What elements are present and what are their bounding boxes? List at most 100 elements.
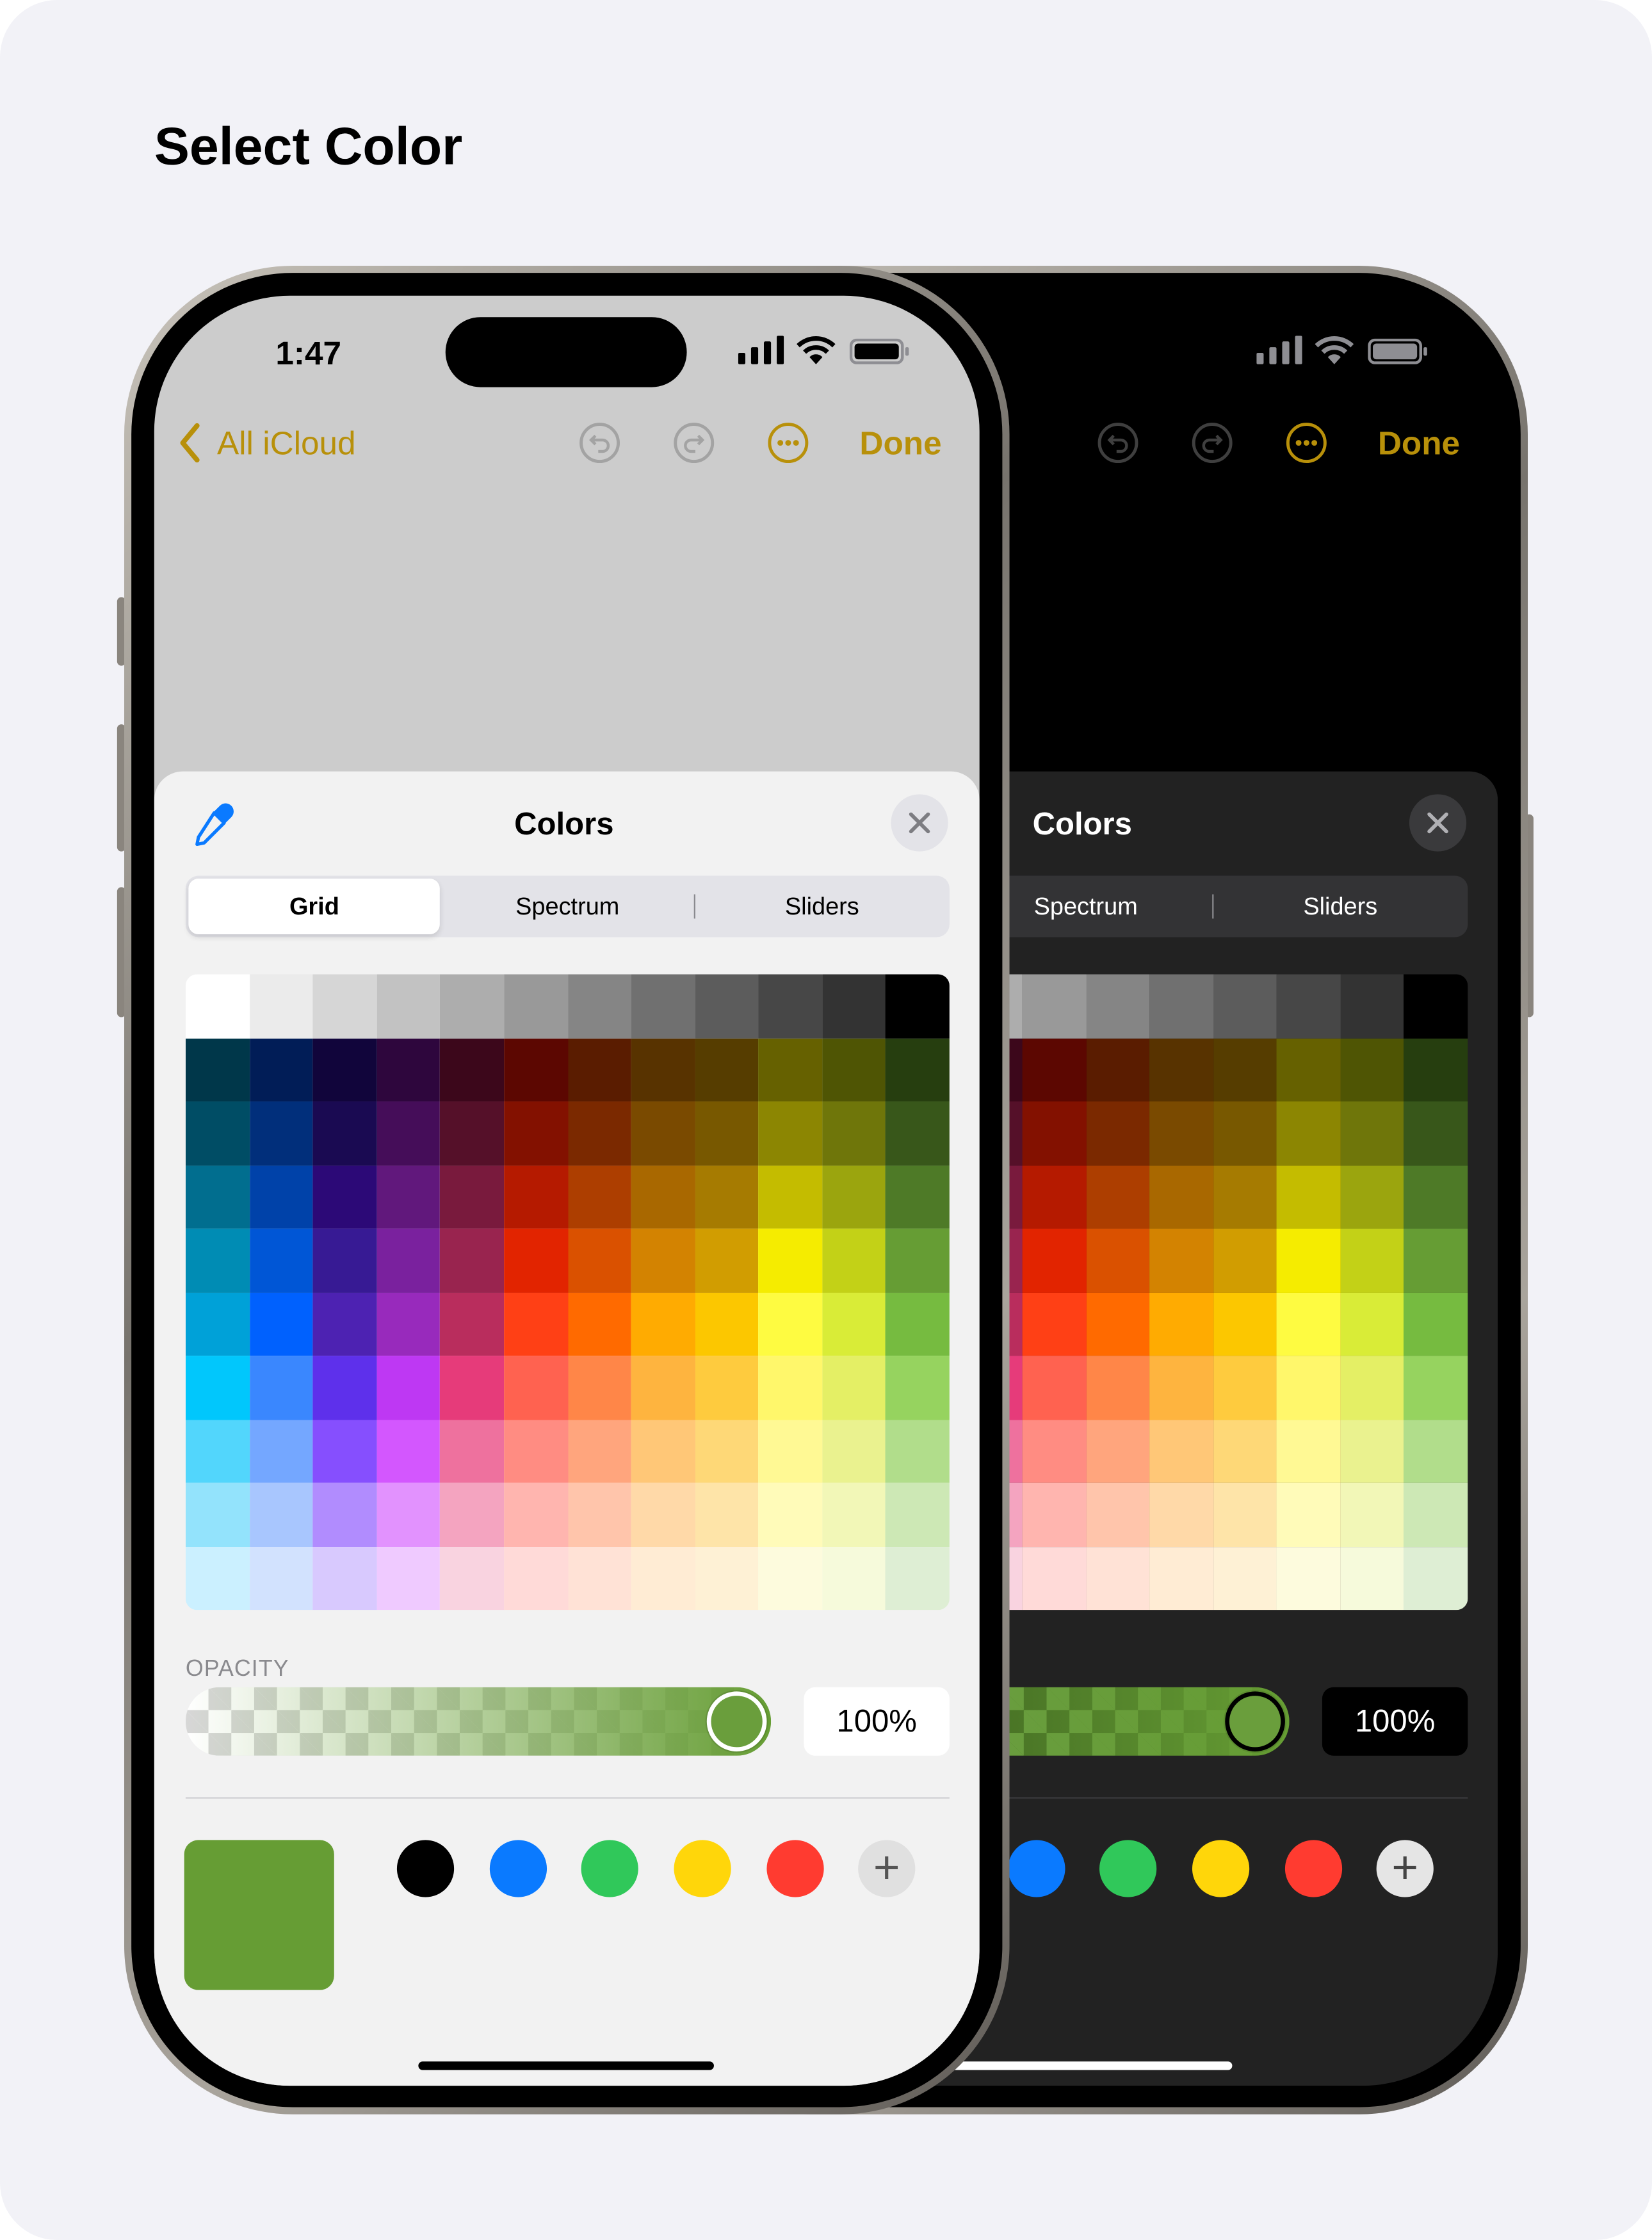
color-cell[interactable]	[758, 1547, 823, 1611]
color-cell[interactable]	[1086, 1165, 1150, 1229]
color-cell[interactable]	[758, 1292, 823, 1356]
preset-color[interactable]	[1008, 1840, 1065, 1897]
preset-color[interactable]	[581, 1840, 638, 1897]
color-cell[interactable]	[312, 1228, 377, 1293]
color-cell[interactable]	[250, 1292, 313, 1356]
color-cell[interactable]	[250, 1420, 313, 1483]
color-cell[interactable]	[504, 1547, 569, 1611]
color-cell[interactable]	[250, 1482, 313, 1548]
color-cell[interactable]	[439, 1101, 505, 1166]
color-cell[interactable]	[758, 1228, 823, 1293]
color-cell[interactable]	[568, 1420, 631, 1483]
color-cell[interactable]	[568, 1228, 631, 1293]
color-cell[interactable]	[1086, 1101, 1150, 1166]
color-cell[interactable]	[1340, 1420, 1404, 1483]
color-cell[interactable]	[1213, 1165, 1277, 1229]
color-cell[interactable]	[1022, 974, 1087, 1039]
back-chevron-icon[interactable]	[177, 423, 203, 463]
color-cell[interactable]	[758, 1356, 823, 1420]
color-cell[interactable]	[568, 1482, 631, 1548]
preset-color[interactable]	[1192, 1840, 1250, 1897]
tab-grid[interactable]: Grid	[188, 879, 441, 935]
color-cell[interactable]	[1213, 1482, 1277, 1548]
color-cell[interactable]	[185, 1292, 250, 1356]
color-cell[interactable]	[250, 1101, 313, 1166]
eyedropper-icon[interactable]	[188, 800, 237, 848]
color-cell[interactable]	[822, 1038, 886, 1102]
color-cell[interactable]	[312, 1165, 377, 1229]
color-cell[interactable]	[504, 1292, 569, 1356]
color-cell[interactable]	[1340, 1356, 1404, 1420]
color-cell[interactable]	[504, 974, 569, 1039]
color-cell[interactable]	[185, 974, 250, 1039]
color-cell[interactable]	[1403, 1165, 1468, 1229]
color-cell[interactable]	[822, 1420, 886, 1483]
color-cell[interactable]	[695, 1038, 759, 1102]
color-cell[interactable]	[312, 1482, 377, 1548]
color-cell[interactable]	[1022, 1228, 1087, 1293]
redo-icon[interactable]	[1191, 421, 1234, 464]
color-cell[interactable]	[631, 1482, 695, 1548]
color-cell[interactable]	[1276, 1482, 1341, 1548]
color-cell[interactable]	[1149, 1228, 1214, 1293]
color-cell[interactable]	[185, 1420, 250, 1483]
color-cell[interactable]	[568, 974, 631, 1039]
color-cell[interactable]	[1403, 1101, 1468, 1166]
color-cell[interactable]	[568, 1101, 631, 1166]
color-cell[interactable]	[1086, 1228, 1150, 1293]
color-cell[interactable]	[312, 1356, 377, 1420]
opacity-slider[interactable]	[185, 1687, 772, 1756]
color-cell[interactable]	[250, 974, 313, 1039]
color-cell[interactable]	[1213, 974, 1277, 1039]
color-cell[interactable]	[312, 1420, 377, 1483]
color-cell[interactable]	[1022, 1420, 1087, 1483]
color-cell[interactable]	[1213, 1547, 1277, 1611]
color-cell[interactable]	[1086, 974, 1150, 1039]
color-cell[interactable]	[312, 974, 377, 1039]
color-cell[interactable]	[185, 1165, 250, 1229]
color-cell[interactable]	[1276, 1292, 1341, 1356]
color-cell[interactable]	[758, 1420, 823, 1483]
color-cell[interactable]	[1149, 1165, 1214, 1229]
color-cell[interactable]	[1149, 974, 1214, 1039]
color-cell[interactable]	[377, 974, 440, 1039]
color-cell[interactable]	[885, 1038, 950, 1102]
color-cell[interactable]	[568, 1038, 631, 1102]
color-cell[interactable]	[250, 1547, 313, 1611]
color-cell[interactable]	[758, 1165, 823, 1229]
color-cell[interactable]	[312, 1038, 377, 1102]
color-cell[interactable]	[631, 1420, 695, 1483]
color-cell[interactable]	[1086, 1420, 1150, 1483]
color-cell[interactable]	[185, 1482, 250, 1548]
color-cell[interactable]	[377, 1482, 440, 1548]
color-cell[interactable]	[885, 1420, 950, 1483]
color-cell[interactable]	[1022, 1356, 1087, 1420]
color-cell[interactable]	[822, 1228, 886, 1293]
color-cell[interactable]	[695, 1356, 759, 1420]
color-cell[interactable]	[1403, 1038, 1468, 1102]
color-cell[interactable]	[1340, 1101, 1404, 1166]
tab-spectrum[interactable]: Spectrum	[440, 879, 695, 934]
color-cell[interactable]	[1276, 1038, 1341, 1102]
color-cell[interactable]	[695, 1482, 759, 1548]
color-cell[interactable]	[1340, 1228, 1404, 1293]
color-cell[interactable]	[1213, 1420, 1277, 1483]
color-cell[interactable]	[1022, 1038, 1087, 1102]
add-color-button[interactable]: +	[1376, 1840, 1434, 1897]
color-cell[interactable]	[822, 974, 886, 1039]
color-cell[interactable]	[1086, 1038, 1150, 1102]
color-cell[interactable]	[250, 1165, 313, 1229]
color-cell[interactable]	[439, 1547, 505, 1611]
color-cell[interactable]	[568, 1292, 631, 1356]
tab-sliders[interactable]: Sliders	[695, 879, 950, 934]
color-cell[interactable]	[695, 1547, 759, 1611]
undo-icon[interactable]	[578, 421, 621, 464]
current-color-swatch[interactable]	[184, 1840, 334, 1990]
color-cell[interactable]	[439, 1228, 505, 1293]
color-cell[interactable]	[312, 1292, 377, 1356]
color-cell[interactable]	[1403, 1420, 1468, 1483]
color-cell[interactable]	[822, 1292, 886, 1356]
more-icon[interactable]	[1285, 421, 1328, 464]
color-cell[interactable]	[377, 1101, 440, 1166]
color-cell[interactable]	[758, 1482, 823, 1548]
